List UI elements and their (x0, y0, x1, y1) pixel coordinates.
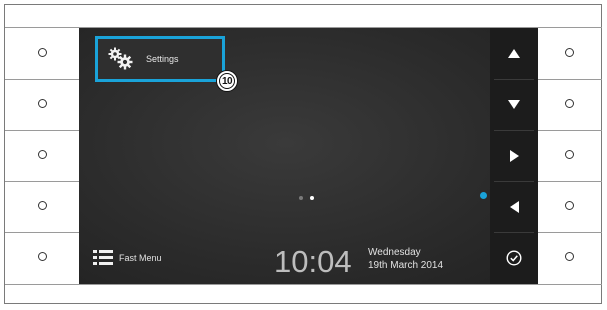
left-soft-key-3[interactable] (6, 129, 79, 180)
divider (538, 181, 602, 182)
left-soft-key-4[interactable] (6, 180, 79, 231)
settings-tile[interactable]: Settings (95, 36, 225, 82)
soft-key-circle-icon (564, 201, 574, 210)
divider (5, 79, 79, 80)
soft-key-circle-icon (564, 99, 574, 108)
soft-key-circle-icon (38, 201, 47, 210)
soft-key-circle-icon (38, 252, 47, 261)
right-soft-keys (538, 27, 600, 283)
clock-time: 10:04 (274, 244, 352, 279)
up-button[interactable] (490, 28, 538, 79)
divider (538, 130, 602, 131)
display-screen: Settings 10 Fast Menu 10:04 Wednesday 19… (79, 28, 538, 284)
check-circle-icon (506, 249, 522, 266)
callout-badge: 10 (216, 70, 238, 92)
left-button[interactable] (490, 181, 538, 232)
page-dot[interactable] (299, 196, 303, 200)
clock-date: Wednesday 19th March 2014 (368, 246, 443, 272)
clock-day: Wednesday (368, 247, 421, 258)
right-arrow-icon (509, 149, 519, 162)
left-soft-key-2[interactable] (6, 78, 79, 129)
gears-icon (108, 47, 134, 71)
status-dot (480, 192, 487, 199)
bottom-bar: Fast Menu 10:04 Wednesday 19th March 201… (79, 238, 490, 284)
soft-key-circle-icon (38, 150, 47, 159)
divider (538, 232, 602, 233)
divider (5, 181, 79, 182)
right-soft-key-4[interactable] (538, 180, 600, 231)
down-arrow-icon (508, 100, 520, 109)
soft-key-circle-icon (38, 48, 47, 57)
menu-list-icon (93, 250, 113, 265)
callout-number: 10 (219, 73, 235, 89)
right-button[interactable] (490, 130, 538, 181)
fast-menu-button[interactable]: Fast Menu (93, 250, 162, 265)
down-button[interactable] (490, 79, 538, 130)
up-arrow-icon (508, 49, 520, 58)
left-soft-keys (6, 27, 79, 283)
divider (5, 130, 79, 131)
right-soft-key-1[interactable] (538, 27, 600, 78)
right-soft-key-2[interactable] (538, 78, 600, 129)
right-soft-key-5[interactable] (538, 231, 600, 282)
nav-strip (490, 28, 538, 284)
divider (538, 79, 602, 80)
confirm-button[interactable] (490, 232, 538, 283)
soft-key-circle-icon (564, 252, 574, 261)
page-dot-active[interactable] (310, 196, 314, 200)
soft-key-circle-icon (564, 150, 574, 159)
settings-tile-label: Settings (146, 54, 179, 64)
left-arrow-icon (509, 200, 519, 213)
soft-key-circle-icon (38, 99, 47, 108)
left-soft-key-1[interactable] (6, 27, 79, 78)
page-indicator (299, 196, 314, 200)
soft-key-circle-icon (564, 48, 574, 57)
right-soft-key-3[interactable] (538, 129, 600, 180)
clock-full-date: 19th March 2014 (368, 260, 444, 271)
left-soft-key-5[interactable] (6, 231, 79, 282)
divider (5, 232, 79, 233)
fast-menu-label: Fast Menu (119, 252, 162, 263)
divider (5, 284, 602, 285)
